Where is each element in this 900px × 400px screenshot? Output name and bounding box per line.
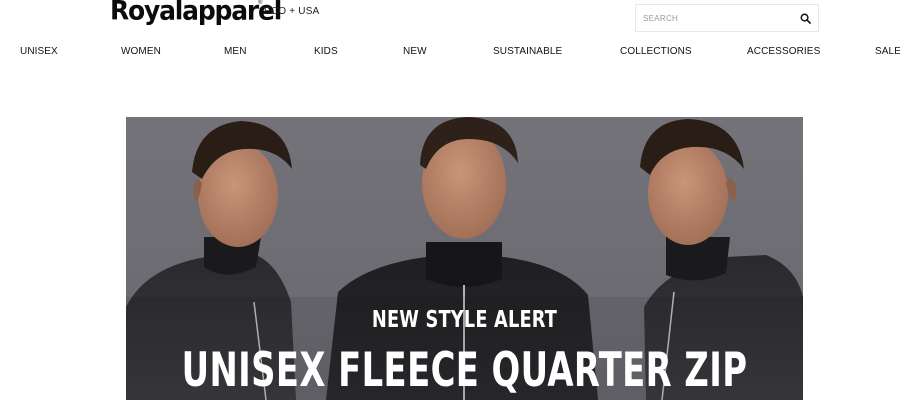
brand-tagline: ECO + USA xyxy=(264,6,320,17)
brand-logo[interactable]: Royalapparel xyxy=(110,0,282,26)
main-nav: UNISEX WOMEN MEN KIDS NEW SUSTAINABLE CO… xyxy=(0,46,900,60)
nav-item-new[interactable]: NEW xyxy=(403,46,427,57)
hero-banner[interactable]: NEW STYLE ALERT UNISEX FLEECE QUARTER ZI… xyxy=(126,117,803,400)
nav-item-sustainable[interactable]: SUSTAINABLE xyxy=(493,46,562,57)
search-input[interactable] xyxy=(636,5,792,31)
nav-item-accessories[interactable]: ACCESSORIES xyxy=(747,46,820,57)
search-button[interactable] xyxy=(792,5,818,31)
hero-headline: UNISEX FLEECE QUARTER ZIP xyxy=(181,343,748,398)
nav-item-unisex[interactable]: UNISEX xyxy=(20,46,58,57)
nav-item-women[interactable]: WOMEN xyxy=(121,46,161,57)
search-bar xyxy=(635,4,819,32)
registered-mark: ® xyxy=(258,0,263,6)
nav-item-kids[interactable]: KIDS xyxy=(314,46,338,57)
nav-item-collections[interactable]: COLLECTIONS xyxy=(620,46,692,57)
nav-item-men[interactable]: MEN xyxy=(224,46,247,57)
hero-kicker: NEW STYLE ALERT xyxy=(371,307,558,333)
search-icon xyxy=(800,13,811,24)
nav-item-sale[interactable]: SALE xyxy=(875,46,900,57)
